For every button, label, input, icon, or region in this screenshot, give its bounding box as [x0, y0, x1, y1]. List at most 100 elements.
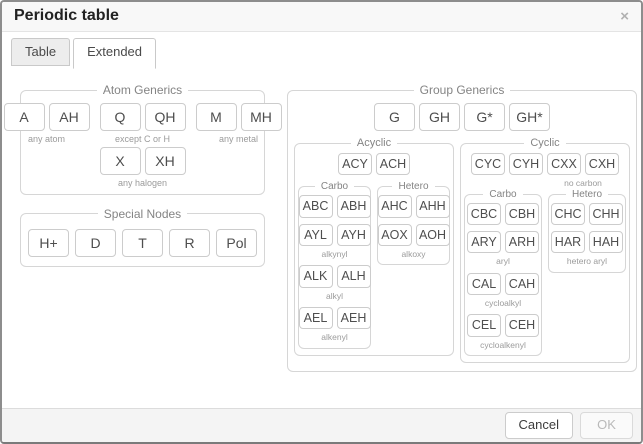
- cyclic-carbo-legend: Carbo: [483, 189, 522, 200]
- dialog-title: Periodic table: [14, 7, 119, 25]
- dialog-header: Periodic table ×: [2, 2, 641, 32]
- extended-tab-panel: Atom Generics A AH any atom Q QH: [2, 69, 641, 408]
- tab-table[interactable]: Table: [11, 38, 70, 66]
- cyclic-carbo-hetero-pair: Carbo CBC CBH: [464, 189, 626, 356]
- button-ARY[interactable]: ARY: [467, 231, 501, 253]
- button-ACH[interactable]: ACH: [376, 153, 410, 175]
- cyclic-fieldset: Cyclic CYC CYH CXX: [460, 137, 630, 363]
- hetero-aryl-caption: hetero aryl: [567, 256, 607, 266]
- button-XH[interactable]: XH: [145, 147, 186, 175]
- button-ACY[interactable]: ACY: [338, 153, 372, 175]
- button-CEL[interactable]: CEL: [467, 314, 501, 336]
- alkyl-caption: alkyl: [326, 291, 343, 301]
- button-Pol[interactable]: Pol: [216, 229, 257, 257]
- except-c-or-h-group: Q QH except C or H: [100, 103, 186, 145]
- any-atom-group: A AH any atom: [4, 103, 90, 145]
- button-M[interactable]: M: [196, 103, 237, 131]
- button-AHH[interactable]: AHH: [416, 195, 450, 217]
- no-carbon-caption: no carbon: [564, 178, 602, 188]
- tab-bar: Table Extended: [2, 32, 641, 69]
- ok-button[interactable]: OK: [580, 412, 633, 439]
- acyclic-carbo-legend: Carbo: [315, 181, 354, 192]
- atom-generics-row-1: A AH any atom Q QH except C or H: [25, 103, 260, 145]
- button-GH-star[interactable]: GH*: [509, 103, 550, 131]
- button-HAH[interactable]: HAH: [589, 231, 623, 253]
- cyclic-row: CYC CYH CXX CXH no carbon: [464, 153, 626, 189]
- cyclic-hetero-legend: Hetero: [566, 189, 608, 200]
- button-CHC[interactable]: CHC: [551, 203, 585, 225]
- button-CHH[interactable]: CHH: [589, 203, 623, 225]
- button-G-star[interactable]: G*: [464, 103, 505, 131]
- acyclic-carbo-hetero-pair: Carbo ABC ABH: [298, 181, 450, 348]
- button-HAR[interactable]: HAR: [551, 231, 585, 253]
- button-ALK[interactable]: ALK: [299, 265, 333, 287]
- cancel-button[interactable]: Cancel: [505, 412, 573, 439]
- cycloalkenyl-caption: cycloalkenyl: [480, 340, 526, 350]
- left-column: Atom Generics A AH any atom Q QH: [20, 83, 265, 267]
- button-R[interactable]: R: [169, 229, 210, 257]
- tab-extended[interactable]: Extended: [73, 38, 156, 69]
- button-Q[interactable]: Q: [100, 103, 141, 131]
- acyclic-carbo-fieldset: Carbo ABC ABH: [298, 181, 371, 348]
- right-column: Group Generics G GH G* GH* Acyclic ACY A…: [287, 83, 637, 372]
- acyclic-fieldset: Acyclic ACY ACH Carbo A: [294, 137, 454, 355]
- dialog-footer: Cancel OK: [2, 408, 641, 442]
- acyclic-hetero-fieldset: Hetero AHC AHH: [377, 181, 450, 265]
- button-AYL[interactable]: AYL: [299, 224, 333, 246]
- atom-generics-row-2: X XH any halogen: [25, 147, 260, 189]
- button-AEL[interactable]: AEL: [299, 307, 333, 329]
- button-D[interactable]: D: [75, 229, 116, 257]
- button-ALH[interactable]: ALH: [337, 265, 371, 287]
- button-CBC[interactable]: CBC: [467, 203, 501, 225]
- button-CAH[interactable]: CAH: [505, 273, 539, 295]
- button-CEH[interactable]: CEH: [505, 314, 539, 336]
- cycloalkyl-caption: cycloalkyl: [485, 298, 521, 308]
- button-H-plus[interactable]: H+: [28, 229, 69, 257]
- button-MH[interactable]: MH: [241, 103, 282, 131]
- button-QH[interactable]: QH: [145, 103, 186, 131]
- alkenyl-caption: alkenyl: [321, 332, 347, 342]
- button-AOH[interactable]: AOH: [416, 224, 450, 246]
- acyclic-row: ACY ACH: [298, 153, 450, 175]
- button-CXH[interactable]: CXH: [585, 153, 619, 175]
- button-A[interactable]: A: [4, 103, 45, 131]
- button-CYC[interactable]: CYC: [471, 153, 505, 175]
- button-T[interactable]: T: [122, 229, 163, 257]
- alkynyl-caption: alkynyl: [322, 249, 348, 259]
- button-AH[interactable]: AH: [49, 103, 90, 131]
- button-ABC[interactable]: ABC: [299, 195, 333, 217]
- cyclic-legend: Cyclic: [524, 137, 565, 149]
- group-generics-fieldset: Group Generics G GH G* GH* Acyclic ACY A…: [287, 83, 637, 372]
- button-AHC[interactable]: AHC: [378, 195, 412, 217]
- button-CYH[interactable]: CYH: [509, 153, 543, 175]
- button-CAL[interactable]: CAL: [467, 273, 501, 295]
- cyclic-hetero-fieldset: Hetero CHC CHH: [548, 189, 626, 273]
- cyclic-carbo-fieldset: Carbo CBC CBH: [464, 189, 542, 356]
- special-nodes-row: H+ D T R Pol: [25, 229, 260, 257]
- atom-generics-fieldset: Atom Generics A AH any atom Q QH: [20, 83, 265, 195]
- button-CXX[interactable]: CXX: [547, 153, 581, 175]
- any-metal-group: M MH any metal: [196, 103, 282, 145]
- periodic-table-dialog: Periodic table × Table Extended Atom Gen…: [0, 0, 643, 444]
- button-CBH[interactable]: CBH: [505, 203, 539, 225]
- button-AYH[interactable]: AYH: [337, 224, 371, 246]
- aryl-caption: aryl: [496, 256, 510, 266]
- button-AOX[interactable]: AOX: [378, 224, 412, 246]
- close-icon[interactable]: ×: [620, 9, 629, 24]
- button-AEH[interactable]: AEH: [337, 307, 371, 329]
- acyclic-legend: Acyclic: [351, 137, 397, 149]
- group-generics-legend: Group Generics: [414, 83, 511, 97]
- button-X[interactable]: X: [100, 147, 141, 175]
- acyclic-cyclic-pair: Acyclic ACY ACH Carbo A: [294, 137, 630, 363]
- group-generics-row: G GH G* GH*: [294, 103, 630, 131]
- special-nodes-fieldset: Special Nodes H+ D T R Pol: [20, 207, 265, 267]
- except-c-or-h-caption: except C or H: [115, 134, 170, 145]
- button-ABH[interactable]: ABH: [337, 195, 371, 217]
- button-ARH[interactable]: ARH: [505, 231, 539, 253]
- atom-generics-legend: Atom Generics: [97, 83, 188, 97]
- alkoxy-caption: alkoxy: [401, 249, 425, 259]
- button-G[interactable]: G: [374, 103, 415, 131]
- button-GH[interactable]: GH: [419, 103, 460, 131]
- acyclic-hetero-legend: Hetero: [392, 181, 434, 192]
- any-halogen-caption: any halogen: [118, 178, 167, 189]
